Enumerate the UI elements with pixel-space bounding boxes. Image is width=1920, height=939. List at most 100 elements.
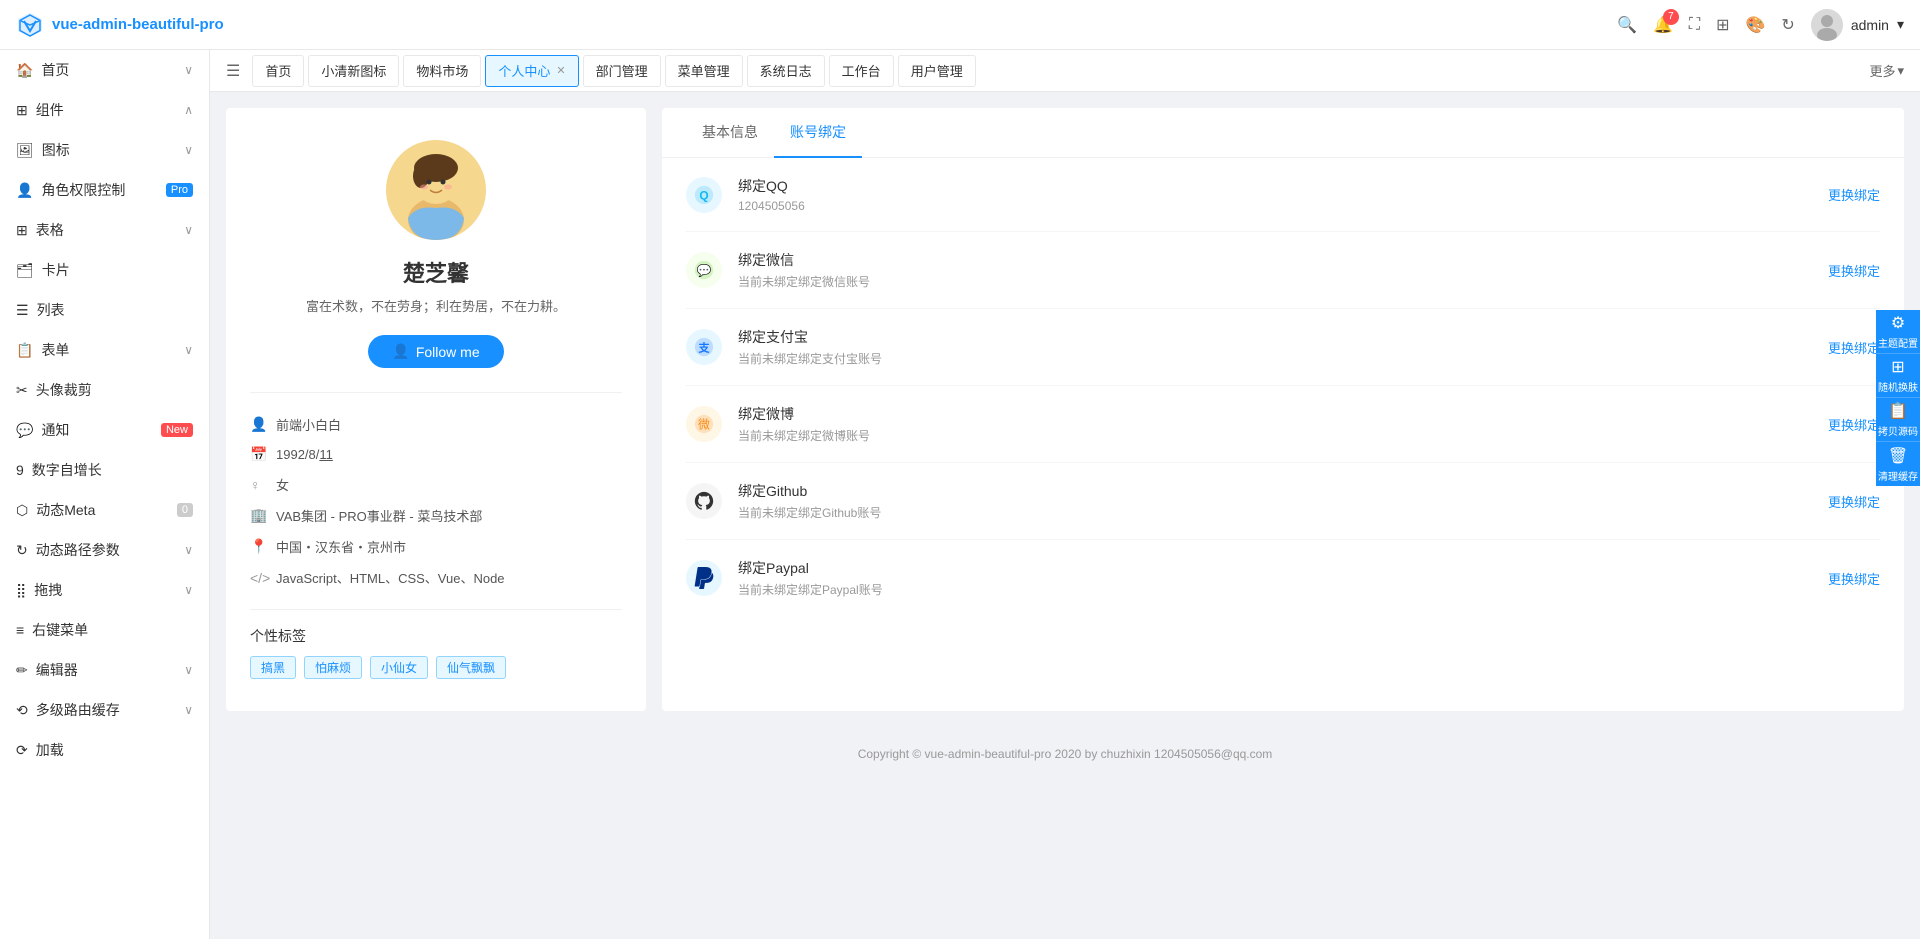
sidebar-dynamic-route-label: 动态路径参数	[36, 540, 120, 560]
weibo-sub: 当前未绑定绑定微博账号	[738, 427, 1828, 444]
user-info[interactable]: admin ▾	[1811, 9, 1904, 41]
sidebar-item-dynamic-route[interactable]: ↻ 动态路径参数 ∨	[0, 530, 209, 570]
company-icon: 🏢	[250, 507, 268, 524]
tab-icons[interactable]: 小清新图标	[308, 55, 399, 87]
sidebar-item-home[interactable]: 🏠 首页 ∨	[0, 50, 209, 90]
copy-source-label: 拷贝源码	[1878, 423, 1918, 438]
wechat-sub: 当前未绑定绑定微信账号	[738, 273, 1828, 290]
tab-profile-close[interactable]: ✕	[556, 64, 565, 77]
weibo-binding-info: 绑定微博 当前未绑定绑定微博账号	[738, 404, 1828, 444]
loading-icon: ⟳	[16, 742, 28, 759]
role-icon: 👤	[16, 182, 33, 199]
form-chevron: ∨	[184, 343, 193, 357]
profile-info-gender: ♀ 女	[250, 469, 622, 500]
profile-info-company: 🏢 VAB集团 - PRO事业群 - 菜鸟技术部	[250, 500, 622, 531]
float-theme-config[interactable]: ⚙ 主题配置	[1876, 310, 1920, 354]
tab-account-binding-label: 账号绑定	[790, 124, 846, 140]
refresh-icon[interactable]: ↻	[1781, 15, 1794, 35]
layout-icon[interactable]: ⊞	[1716, 15, 1729, 35]
tab-bar: ☰ 首页 小清新图标 物料市场 个人中心 ✕ 部门管理 菜单管理 系统日志 工作…	[210, 50, 1920, 92]
sidebar-item-drag[interactable]: ⣿ 拖拽 ∨	[0, 570, 209, 610]
sidebar: 🏠 首页 ∨ ⊞ 组件 ∧ 🖼 图标 ∨ 👤 角色权限控制 Pro ⊞ 表格 ∨	[0, 50, 210, 939]
tab-bar-toggle[interactable]: ☰	[218, 57, 248, 85]
tab-menu[interactable]: 菜单管理	[665, 55, 743, 87]
tab-syslog[interactable]: 系统日志	[747, 55, 825, 87]
drag-icon: ⣿	[16, 582, 26, 599]
tab-material[interactable]: 物料市场	[403, 55, 481, 87]
sidebar-item-avatar-crop[interactable]: ✂ 头像裁剪	[0, 370, 209, 410]
sidebar-avatar-crop-label: 头像裁剪	[36, 380, 92, 400]
tab-menu-label: 菜单管理	[678, 61, 730, 80]
logo-title: vue-admin-beautiful-pro	[52, 16, 224, 33]
fullscreen-icon[interactable]: ⛶	[1689, 16, 1700, 34]
editor-icon: ✏	[16, 662, 28, 679]
follow-icon: 👤	[392, 343, 409, 360]
profile-info-list: 👤 前端小白白 📅 1992/8/11 ♀ 女 🏢 VAB集团 - PRO事业群…	[250, 392, 622, 593]
tab-users-label: 用户管理	[911, 61, 963, 80]
profile-motto: 富在术数，不在劳身；利在势居，不在力耕。	[306, 296, 566, 315]
tab-basic-info[interactable]: 基本信息	[686, 108, 774, 158]
github-binding-info: 绑定Github 当前未绑定绑定Github账号	[738, 481, 1828, 521]
route-cache-icon: ⟲	[16, 702, 28, 719]
weibo-action[interactable]: 更换绑定	[1828, 415, 1880, 434]
binding-wechat: 💬 绑定微信 当前未绑定绑定微信账号 更换绑定	[686, 232, 1880, 309]
random-skin-label: 随机换肤	[1878, 379, 1918, 394]
tab-profile[interactable]: 个人中心 ✕	[485, 55, 578, 87]
sidebar-item-notify[interactable]: 💬 通知 New	[0, 410, 209, 450]
sidebar-item-card[interactable]: 🗂 卡片	[0, 250, 209, 290]
dynamic-route-icon: ↻	[16, 542, 28, 559]
username-label: admin	[1851, 17, 1889, 33]
person-icon: 👤	[250, 416, 268, 433]
sidebar-context-menu-label: 右键菜单	[32, 620, 88, 640]
tab-workbench-label: 工作台	[842, 61, 881, 80]
tab-dept[interactable]: 部门管理	[583, 55, 661, 87]
tab-syslog-label: 系统日志	[760, 61, 812, 80]
user-dropdown-icon: ▾	[1897, 16, 1904, 33]
sidebar-item-route-cache[interactable]: ⟲ 多级路由缓存 ∨	[0, 690, 209, 730]
sidebar-item-components[interactable]: ⊞ 组件 ∧	[0, 90, 209, 130]
github-action[interactable]: 更换绑定	[1828, 492, 1880, 511]
qq-action[interactable]: 更换绑定	[1828, 185, 1880, 204]
follow-button[interactable]: 👤 Follow me	[368, 335, 503, 368]
tab-more-chevron: ▾	[1897, 63, 1904, 79]
sidebar-item-counter[interactable]: 9 数字自增长	[0, 450, 209, 490]
sidebar-item-form[interactable]: 📋 表单 ∨	[0, 330, 209, 370]
sidebar-item-editor[interactable]: ✏ 编辑器 ∨	[0, 650, 209, 690]
theme-icon[interactable]: 🎨	[1746, 15, 1766, 35]
binding-list: Q 绑定QQ 1204505056 更换绑定 💬 绑定微信 当前未绑定	[662, 158, 1904, 616]
float-clear-cache[interactable]: 🗑 清理缓存	[1876, 442, 1920, 486]
tab-home[interactable]: 首页	[252, 55, 304, 87]
float-copy-source[interactable]: 📋 拷贝源码	[1876, 398, 1920, 442]
profile-birthday: 1992/8/11	[276, 447, 333, 462]
svg-text:支: 支	[698, 341, 711, 355]
profile-info-location: 📍 中国・汉东省・京州市	[250, 531, 622, 562]
sidebar-item-table[interactable]: ⊞ 表格 ∨	[0, 210, 209, 250]
bell-icon[interactable]: 🔔 7	[1653, 15, 1673, 35]
tab-workbench[interactable]: 工作台	[829, 55, 894, 87]
wechat-binding-info: 绑定微信 当前未绑定绑定微信账号	[738, 250, 1828, 290]
tag-1: 搞黑	[250, 656, 296, 679]
sidebar-item-context-menu[interactable]: ≡ 右键菜单	[0, 610, 209, 650]
navbar-left: vue-admin-beautiful-pro	[16, 11, 224, 39]
alipay-action[interactable]: 更换绑定	[1828, 338, 1880, 357]
tab-users[interactable]: 用户管理	[898, 55, 976, 87]
sidebar-table-label: 表格	[36, 220, 64, 240]
dynamic-meta-icon: ⬡	[16, 502, 28, 519]
sidebar-item-icons[interactable]: 🖼 图标 ∨	[0, 130, 209, 170]
paypal-action[interactable]: 更换绑定	[1828, 569, 1880, 588]
tag-2: 怕麻烦	[304, 656, 362, 679]
tab-more[interactable]: 更多 ▾	[1861, 57, 1912, 84]
components-icon: ⊞	[16, 102, 28, 119]
sidebar-item-loading[interactable]: ⟳ 加载	[0, 730, 209, 770]
github-sub: 当前未绑定绑定Github账号	[738, 504, 1828, 521]
float-random-skin[interactable]: ⊞ 随机换肤	[1876, 354, 1920, 398]
tab-more-label: 更多	[1869, 61, 1895, 80]
clear-cache-icon: 🗑	[1888, 446, 1908, 466]
sidebar-item-role[interactable]: 👤 角色权限控制 Pro	[0, 170, 209, 210]
tab-account-binding[interactable]: 账号绑定	[774, 108, 862, 158]
sidebar-item-dynamic-meta[interactable]: ⬡ 动态Meta 0	[0, 490, 209, 530]
wechat-action[interactable]: 更换绑定	[1828, 261, 1880, 280]
profile-info-birthday: 📅 1992/8/11	[250, 440, 622, 469]
search-icon[interactable]: 🔍	[1617, 15, 1637, 35]
sidebar-item-list[interactable]: ☰ 列表	[0, 290, 209, 330]
